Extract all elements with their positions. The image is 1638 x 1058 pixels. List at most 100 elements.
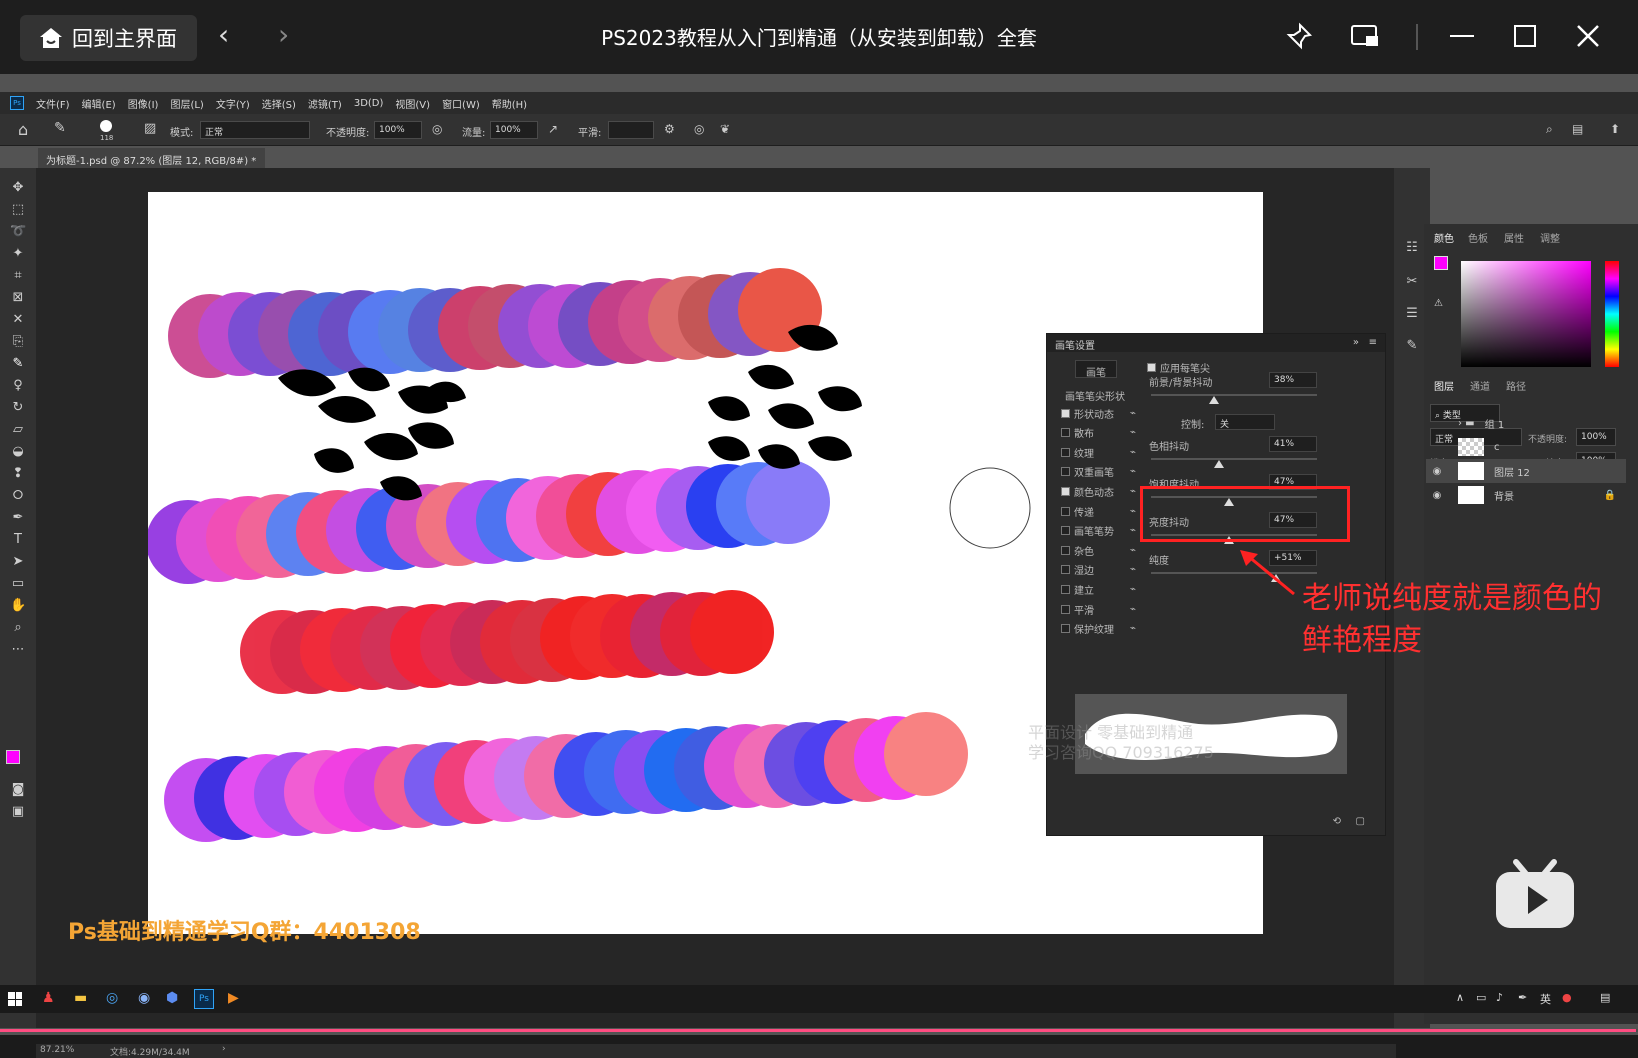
lock-icon[interactable]: ⌁ xyxy=(1130,408,1136,419)
lock-icon[interactable]: ⌁ xyxy=(1130,564,1136,575)
tab-layers[interactable]: 图层 xyxy=(1434,378,1454,393)
apply-per-tip[interactable]: 应用每笔尖 xyxy=(1147,360,1210,375)
media-player-icon[interactable]: ▶ xyxy=(228,990,239,1006)
brush-presets-button[interactable]: 画笔 xyxy=(1075,360,1117,379)
windows-start-icon[interactable] xyxy=(8,992,22,1006)
layer-row-12[interactable]: ◉ 图层 12 xyxy=(1426,459,1626,483)
brush-option-row[interactable]: 画笔笔势 ⌁ xyxy=(1061,522,1136,540)
path-selection-tool-icon[interactable]: ➤ xyxy=(10,554,26,570)
hand-tool-icon[interactable]: ✋ xyxy=(10,598,26,614)
lock-icon[interactable]: ⌁ xyxy=(1130,506,1136,517)
brush-option-row[interactable]: 散布 ⌁ xyxy=(1061,424,1136,442)
menu-filter[interactable]: 滤镜(T) xyxy=(308,96,342,111)
app-icon-1[interactable]: ♟ xyxy=(42,990,55,1006)
file-explorer-icon[interactable]: ▬ xyxy=(74,990,87,1006)
blur-tool-icon[interactable]: ❢ xyxy=(10,466,26,482)
search-icon[interactable]: ⌕ xyxy=(1546,122,1553,137)
dodge-tool-icon[interactable]: ⭘ xyxy=(10,488,26,504)
menu-image[interactable]: 图像(I) xyxy=(128,96,159,111)
color-picker-field[interactable] xyxy=(1461,261,1591,367)
foreground-color-swatch[interactable] xyxy=(6,750,20,764)
brush-option-row[interactable]: 平滑 ⌁ xyxy=(1061,600,1136,618)
healing-brush-tool-icon[interactable]: ⎘ xyxy=(10,334,26,350)
lock-icon[interactable]: ⌁ xyxy=(1130,486,1136,497)
brush-option-checkbox[interactable] xyxy=(1061,467,1070,477)
eyedropper-tool-icon[interactable]: ✕ xyxy=(10,312,26,328)
menu-file[interactable]: 文件(F) xyxy=(36,96,70,111)
magic-wand-tool-icon[interactable]: ✦ xyxy=(10,246,26,262)
brush-option-row[interactable]: 形状动态 ⌁ xyxy=(1061,404,1136,422)
menu-help[interactable]: 帮助(H) xyxy=(492,96,527,111)
tab-paths[interactable]: 路径 xyxy=(1506,378,1526,393)
minimize-icon[interactable] xyxy=(1442,16,1482,56)
brush-option-checkbox[interactable] xyxy=(1061,428,1070,438)
clone-stamp-tool-icon[interactable]: ♀ xyxy=(10,378,26,394)
layer-row-c[interactable]: c xyxy=(1426,435,1626,459)
tab-properties[interactable]: 属性 xyxy=(1504,230,1524,245)
app-icon-5[interactable]: ⬢ xyxy=(166,990,178,1006)
notification-icon[interactable]: ▤ xyxy=(1600,991,1610,1004)
lock-icon[interactable]: ⌁ xyxy=(1130,447,1136,458)
brush-option-checkbox[interactable] xyxy=(1061,486,1070,496)
layer-row-background[interactable]: ◉ 背景 🔒 xyxy=(1426,483,1626,507)
eye-icon[interactable]: ◉ xyxy=(1426,466,1448,477)
lock-icon[interactable]: ⌁ xyxy=(1130,525,1136,536)
airbrush-icon[interactable]: ↗ xyxy=(548,122,558,136)
brush-option-checkbox[interactable] xyxy=(1061,545,1070,555)
zoom-tool-icon[interactable]: ⌕ xyxy=(10,620,26,636)
ime-indicator[interactable]: 英 xyxy=(1540,991,1551,1007)
tray-app-icon[interactable]: ● xyxy=(1562,991,1572,1004)
browser-icon[interactable]: ◎ xyxy=(106,990,118,1006)
menu-edit[interactable]: 编辑(E) xyxy=(82,96,116,111)
opacity-input[interactable]: 100% xyxy=(374,121,422,139)
slider-handle[interactable] xyxy=(1209,396,1220,404)
adjustments-panel-icon[interactable]: ☰ xyxy=(1404,306,1420,322)
slider-value-input[interactable]: 41% xyxy=(1269,436,1317,452)
brush-option-row[interactable]: 传递 ⌁ xyxy=(1061,502,1136,520)
video-progress-bar[interactable] xyxy=(0,1029,1638,1032)
lock-icon[interactable]: ⌁ xyxy=(1130,545,1136,556)
menu-3d[interactable]: 3D(D) xyxy=(354,98,384,109)
type-tool-icon[interactable]: T xyxy=(10,532,26,548)
brush-option-checkbox[interactable] xyxy=(1061,604,1070,614)
brush-option-row[interactable]: 湿边 ⌁ xyxy=(1061,561,1136,579)
photoshop-taskbar-icon[interactable]: Ps xyxy=(194,989,214,1009)
move-tool-icon[interactable]: ✥ xyxy=(10,180,26,196)
history-brush-tool-icon[interactable]: ↻ xyxy=(10,400,26,416)
brush-settings-panel-icon[interactable]: ✎ xyxy=(1404,338,1420,354)
slider-track[interactable] xyxy=(1151,458,1317,460)
brush-option-row[interactable]: 建立 ⌁ xyxy=(1061,580,1136,598)
marquee-tool-icon[interactable]: ⬚ xyxy=(10,202,26,218)
maximize-icon[interactable] xyxy=(1505,16,1545,56)
picture-in-picture-icon[interactable] xyxy=(1345,16,1385,56)
app-icon-4[interactable]: ◉ xyxy=(138,990,150,1006)
brush-preset-icon[interactable] xyxy=(100,120,112,132)
lasso-tool-icon[interactable]: ➰ xyxy=(10,224,26,240)
more-tools-icon[interactable]: ⋯ xyxy=(10,642,26,658)
share-icon[interactable]: ⬆ xyxy=(1610,122,1620,136)
menu-layer[interactable]: 图层(L) xyxy=(170,96,203,111)
pin-icon[interactable] xyxy=(1280,16,1320,56)
slider-handle[interactable] xyxy=(1214,460,1225,468)
workspace-icon[interactable]: ▤ xyxy=(1572,122,1583,136)
paint-bucket-tool-icon[interactable]: ◒ xyxy=(10,444,26,460)
brush-option-checkbox[interactable] xyxy=(1061,447,1070,457)
brush-option-checkbox[interactable] xyxy=(1061,408,1070,418)
screen-mode-icon[interactable]: ▣ xyxy=(10,804,26,820)
eye-icon[interactable]: ◉ xyxy=(1426,490,1448,501)
brush-tool-icon[interactable]: ✎ xyxy=(10,356,26,372)
slider-track[interactable] xyxy=(1151,394,1317,396)
menu-select[interactable]: 选择(S) xyxy=(262,96,296,111)
brush-panel-toggle-icon[interactable]: ▨ xyxy=(144,121,156,136)
slider-value-input[interactable]: 38% xyxy=(1269,372,1317,388)
tray-expand-icon[interactable]: ∧ xyxy=(1456,991,1464,1004)
eraser-tool-icon[interactable]: ▱ xyxy=(10,422,26,438)
history-panel-icon[interactable]: ☷ xyxy=(1404,240,1420,256)
status-arrow-icon[interactable]: › xyxy=(222,1044,226,1054)
brush-option-checkbox[interactable] xyxy=(1061,584,1070,594)
status-zoom[interactable]: 87.21% xyxy=(40,1045,74,1055)
brush-tool-icon[interactable]: ✎ xyxy=(54,120,66,136)
lock-icon[interactable]: ⌁ xyxy=(1130,584,1136,595)
brush-option-row[interactable]: 颜色动态 ⌁ xyxy=(1061,482,1136,500)
apply-per-tip-checkbox[interactable] xyxy=(1147,363,1156,372)
